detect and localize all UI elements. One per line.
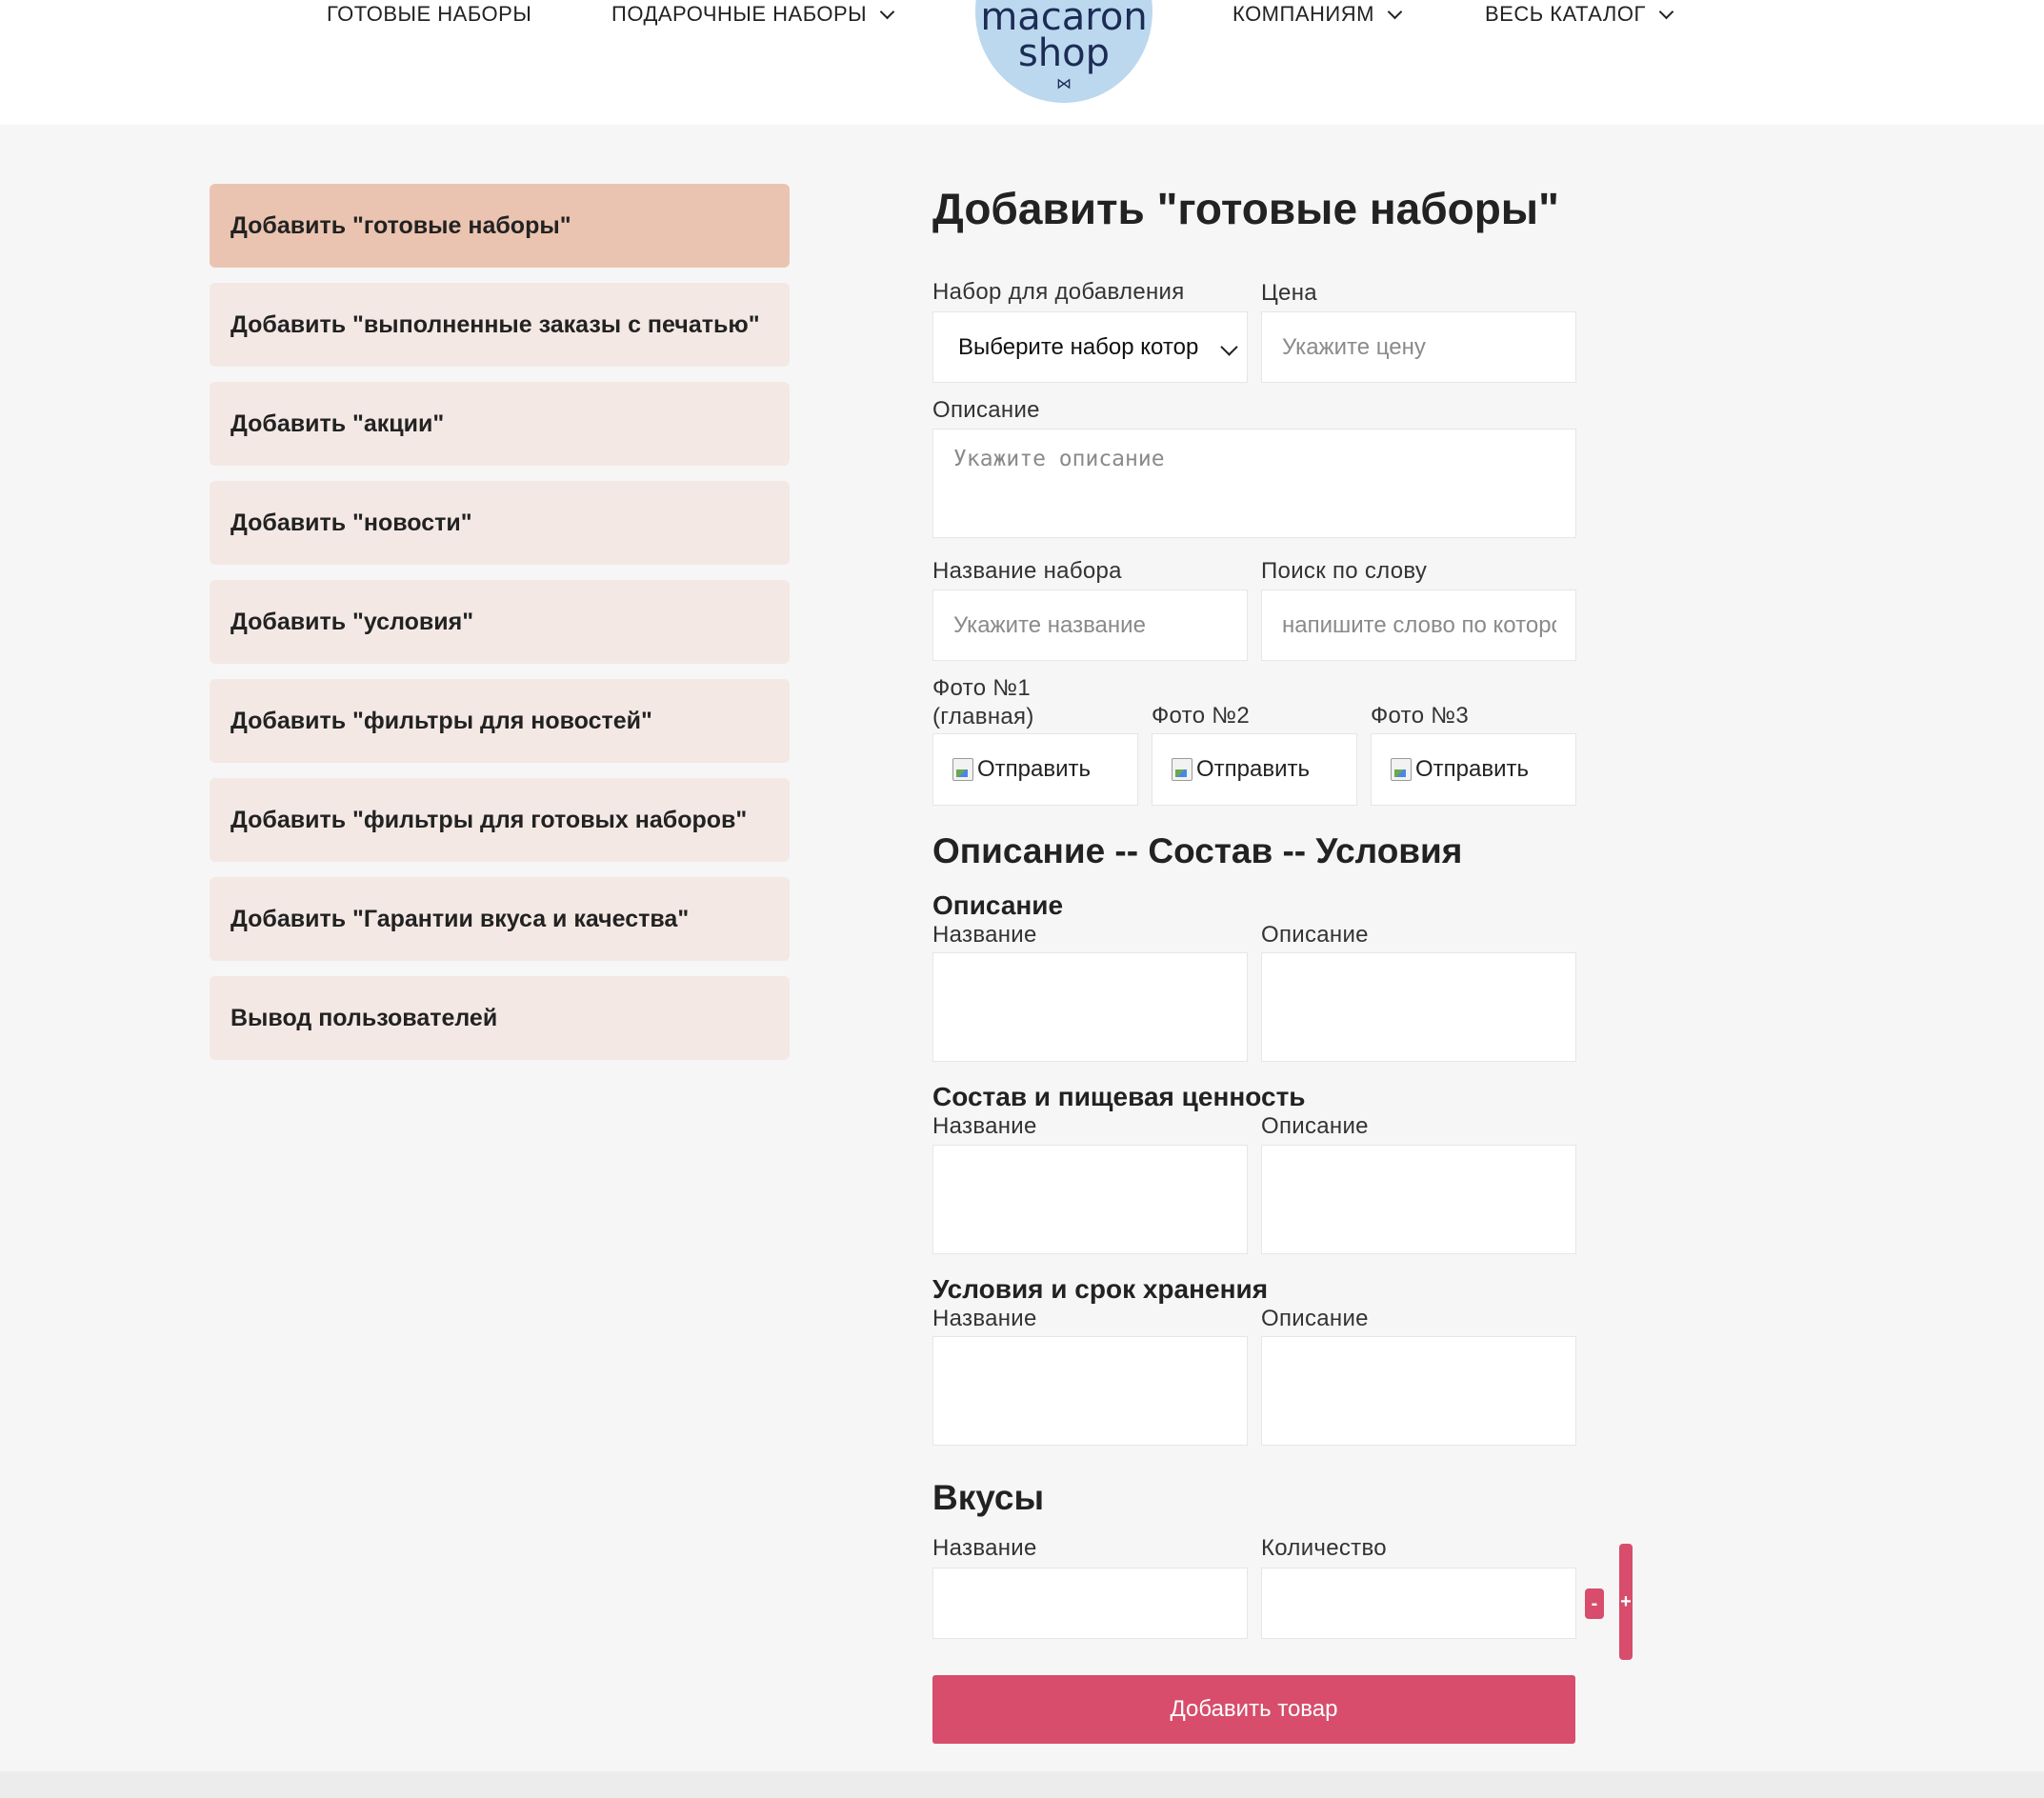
nav-companies[interactable]: КОМПАНИЯМ xyxy=(1232,2,1403,27)
section-desc-label: Описание xyxy=(1261,1113,1369,1139)
flavor-qty-label: Количество xyxy=(1261,1535,1387,1561)
storage-text-field[interactable] xyxy=(1261,1336,1576,1446)
nav-gift-sets[interactable]: ПОДАРОЧНЫЕ НАБОРЫ xyxy=(611,2,895,27)
nav-catalog-label: ВЕСЬ КАТАЛОГ xyxy=(1485,2,1646,26)
sidebar-item-promotions[interactable]: Добавить "акции" xyxy=(210,382,790,466)
logo[interactable]: macaron shop ⋈ xyxy=(975,0,1152,103)
upload-label: Отправить xyxy=(1196,756,1311,782)
flavor-name-input[interactable] xyxy=(932,1568,1248,1639)
set-select[interactable]: Выберите набор котор xyxy=(932,311,1248,383)
set-select-value: Выберите набор котор xyxy=(958,333,1199,360)
section-name-label: Название xyxy=(932,1113,1037,1139)
chevron-down-icon xyxy=(879,4,895,19)
section-composition-title: Состав и пищевая ценность xyxy=(932,1082,1306,1111)
sidebar-item-ready-sets[interactable]: Добавить "готовые наборы" xyxy=(210,184,790,268)
photo3-upload[interactable]: Отправить xyxy=(1371,733,1576,806)
photo2-upload[interactable]: Отправить xyxy=(1152,733,1357,806)
chevron-down-icon xyxy=(1220,338,1238,356)
broken-image-icon xyxy=(1172,758,1192,781)
sidebar-item-label: Добавить "условия" xyxy=(230,608,474,635)
sidebar-item-news[interactable]: Добавить "новости" xyxy=(210,481,790,565)
search-word-label: Поиск по слову xyxy=(1261,558,1428,584)
sidebar-item-news-filters[interactable]: Добавить "фильтры для новостей" xyxy=(210,679,790,763)
set-name-label: Название набора xyxy=(932,558,1122,584)
remove-flavor-button[interactable]: - xyxy=(1585,1588,1604,1619)
broken-image-icon xyxy=(952,758,973,781)
section-desc-label: Описание xyxy=(1261,1306,1369,1331)
section-name-label: Название xyxy=(932,1306,1037,1331)
sidebar-item-label: Добавить "Гарантии вкуса и качества" xyxy=(230,905,690,932)
description-name-field[interactable] xyxy=(932,952,1248,1062)
nav-ready-sets-label: ГОТОВЫЕ НАБОРЫ xyxy=(327,2,532,26)
details-title: Описание -- Состав -- Условия xyxy=(932,831,1463,870)
sidebar-item-set-filters[interactable]: Добавить "фильтры для готовых наборов" xyxy=(210,778,790,862)
section-desc-label: Описание xyxy=(1261,922,1369,948)
site-header: ГОТОВЫЕ НАБОРЫ ПОДАРОЧНЫЕ НАБОРЫ macaron… xyxy=(0,0,2044,125)
add-flavor-button[interactable]: + xyxy=(1619,1544,1633,1660)
sidebar-item-label: Добавить "фильтры для новостей" xyxy=(230,707,652,734)
set-name-placeholder: Укажите название xyxy=(953,611,1146,638)
upload-button[interactable]: Отправить xyxy=(952,734,1091,805)
nav-catalog[interactable]: ВЕСЬ КАТАЛОГ xyxy=(1485,2,1674,27)
chevron-down-icon xyxy=(1387,4,1403,19)
section-description-title: Описание xyxy=(932,890,1064,920)
nav-ready-sets[interactable]: ГОТОВЫЕ НАБОРЫ xyxy=(327,2,531,27)
broken-image-icon xyxy=(1391,758,1412,781)
sidebar-item-users[interactable]: Вывод пользователей xyxy=(210,976,790,1060)
sidebar-item-label: Добавить "новости" xyxy=(230,509,472,536)
set-name-input[interactable]: Укажите название xyxy=(932,589,1248,661)
description-text-field[interactable] xyxy=(1261,952,1576,1062)
search-word-input[interactable]: напишите слово по которо xyxy=(1261,589,1576,661)
price-input[interactable]: Укажите цену xyxy=(1261,311,1576,383)
footer xyxy=(0,1771,2044,1798)
photo1-upload[interactable]: Отправить xyxy=(932,733,1138,806)
chevron-down-icon xyxy=(1658,4,1674,19)
nav-gift-sets-label: ПОДАРОЧНЫЕ НАБОРЫ xyxy=(611,2,868,26)
bow-tie-icon: ⋈ xyxy=(1056,74,1072,92)
description-label: Описание xyxy=(932,397,1040,423)
add-product-button[interactable]: Добавить товар xyxy=(932,1675,1575,1744)
upload-button[interactable]: Отправить xyxy=(1172,734,1310,805)
flavor-name-label: Название xyxy=(932,1535,1037,1561)
flavor-qty-input[interactable] xyxy=(1261,1568,1576,1639)
sidebar-item-printed-orders[interactable]: Добавить "выполненные заказы с печатью" xyxy=(210,283,790,367)
upload-label: Отправить xyxy=(977,756,1092,782)
section-storage-title: Условия и срок хранения xyxy=(932,1274,1269,1304)
composition-name-field[interactable] xyxy=(932,1145,1248,1254)
description-placeholder: Укажите описание xyxy=(953,447,1165,471)
sidebar-item-conditions[interactable]: Добавить "условия" xyxy=(210,580,790,664)
upload-button[interactable]: Отправить xyxy=(1391,734,1529,805)
photo1-label: Фото №1 (главная) xyxy=(932,674,1034,731)
nav-companies-label: КОМПАНИЯМ xyxy=(1232,2,1374,26)
sidebar-item-guarantees[interactable]: Добавить "Гарантии вкуса и качества" xyxy=(210,877,790,961)
logo-text-shop: shop xyxy=(1017,31,1111,75)
set-select-label: Набор для добавления xyxy=(932,279,1185,305)
price-label: Цена xyxy=(1261,280,1317,306)
composition-text-field[interactable] xyxy=(1261,1145,1576,1254)
page-title: Добавить "готовые наборы" xyxy=(932,184,1559,233)
photo2-label: Фото №2 xyxy=(1152,703,1250,729)
section-name-label: Название xyxy=(932,922,1037,948)
storage-name-field[interactable] xyxy=(932,1336,1248,1446)
upload-label: Отправить xyxy=(1415,756,1530,782)
search-word-placeholder: напишите слово по которо xyxy=(1282,611,1556,638)
sidebar-item-label: Добавить "готовые наборы" xyxy=(230,211,571,239)
photo3-label: Фото №3 xyxy=(1371,703,1469,729)
sidebar-item-label: Добавить "фильтры для готовых наборов" xyxy=(230,806,748,833)
sidebar-item-label: Добавить "акции" xyxy=(230,410,445,437)
price-placeholder: Укажите цену xyxy=(1282,333,1426,360)
sidebar-item-label: Вывод пользователей xyxy=(230,1004,498,1031)
photo1-label-line2: (главная) xyxy=(932,704,1034,729)
photo1-label-line1: Фото №1 xyxy=(932,675,1031,701)
description-textarea[interactable]: Укажите описание xyxy=(932,429,1576,538)
flavors-title: Вкусы xyxy=(932,1478,1045,1517)
sidebar-item-label: Добавить "выполненные заказы с печатью" xyxy=(230,310,760,338)
